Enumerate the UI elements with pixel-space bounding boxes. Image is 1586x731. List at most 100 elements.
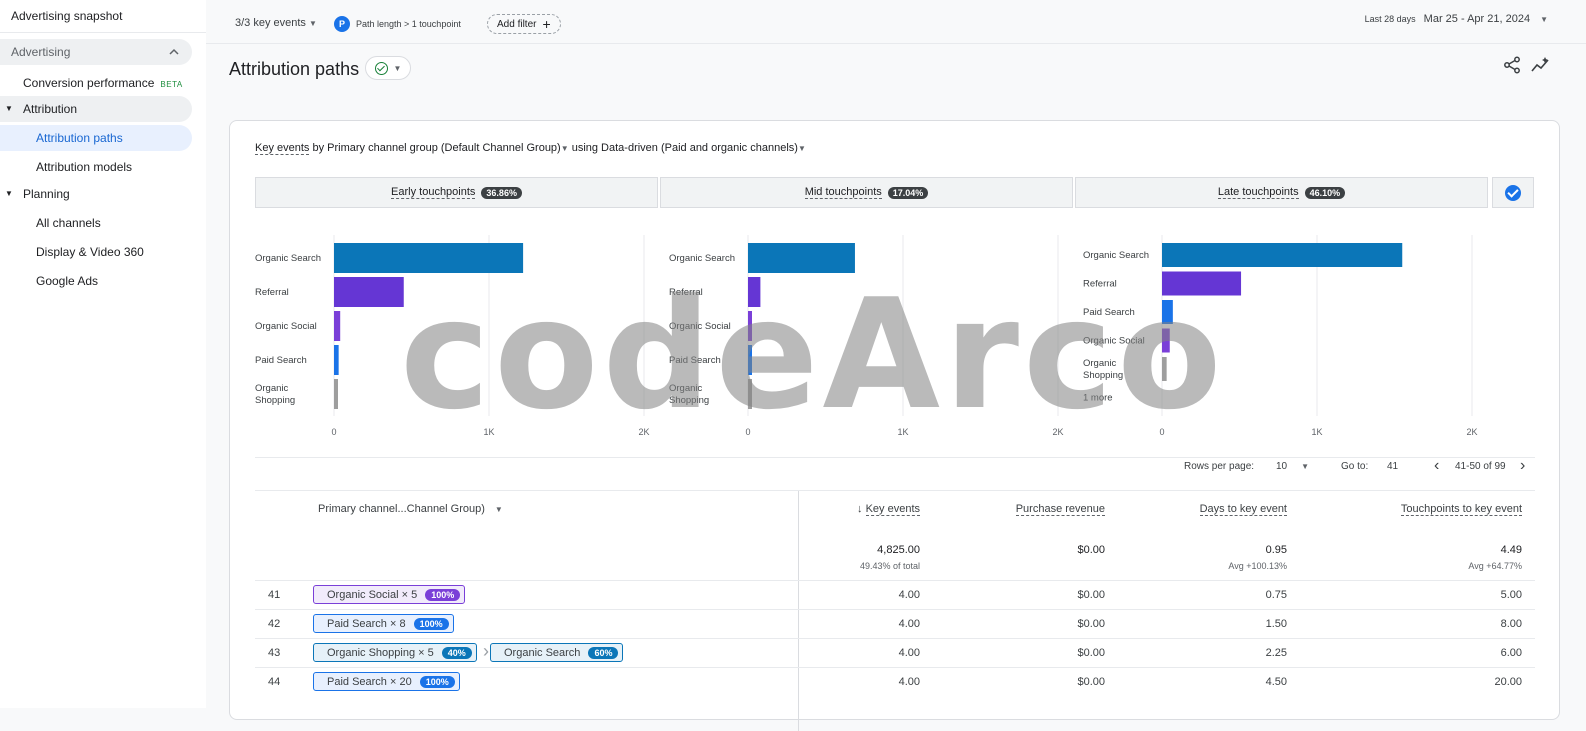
days-cell: 0.75 [1265, 589, 1287, 601]
total-key-events-sub: 49.43% of total [859, 561, 920, 571]
x-tick-label: 2K [1466, 427, 1477, 437]
days-to-key-event-column-header[interactable]: Days to key event [1170, 503, 1287, 516]
key-events-cell: 4.00 [898, 618, 920, 630]
sidebar-group-label: Planning [23, 187, 70, 201]
path-length-filter-chip[interactable]: P Path length > 1 touchpoint [334, 15, 461, 33]
x-tick-label: 1K [897, 427, 908, 437]
path-chip-organic-search[interactable]: Organic Search 60% [490, 643, 624, 662]
add-filter-button[interactable]: Add filter + [487, 14, 561, 34]
share-icon[interactable] [1503, 56, 1521, 74]
check-circle-icon [1505, 184, 1521, 201]
sidebar-item-attribution-paths[interactable]: Attribution paths [0, 125, 192, 151]
divider [255, 490, 1535, 491]
touchpoint-bar-charts: 0 1K 2K Organic Search Referral Organic Socia… [255, 235, 1478, 437]
next-page-button[interactable]: › [1520, 457, 1525, 475]
stage-pct-badge: 46.10% [1304, 186, 1346, 199]
insights-icon[interactable] [1531, 56, 1551, 74]
filter-label: Path length > 1 touchpoint [356, 19, 461, 29]
path-chip-label: Paid Search × 8 [327, 617, 406, 630]
stage-late-touchpoints[interactable]: Late touchpoints 46.10% [1075, 177, 1488, 208]
total-days-sub: Avg +100.13% [1228, 561, 1287, 571]
chevron-up-icon [169, 48, 179, 55]
category-label: Referral [255, 287, 289, 298]
path-chip-paid-search[interactable]: Paid Search × 8 100% [313, 614, 454, 633]
table-row[interactable]: 44 Paid Search × 20 100% 4.00 $0.00 4.50 … [255, 667, 1535, 696]
path-chip-organic-social[interactable]: Organic Social × 5 100% [313, 585, 466, 604]
touchpoints-cell: 5.00 [1500, 589, 1522, 601]
path-chip-organic-shopping[interactable]: Organic Shopping × 5 40% [313, 643, 477, 662]
chart-bar [1162, 271, 1242, 296]
category-label: Referral [669, 287, 703, 298]
date-preset-label: Last 28 days [1364, 14, 1416, 24]
x-tick-label: 2K [1052, 427, 1063, 437]
plus-icon: + [542, 16, 551, 32]
dimension-column-header[interactable]: Primary channel...Channel Group) ▼ [318, 503, 503, 515]
sidebar-title[interactable]: Advertising snapshot [11, 9, 122, 23]
chart-bar [334, 345, 339, 375]
total-key-events: 4,825.00 [877, 544, 920, 556]
touchpoints-column-header[interactable]: Touchpoints to key event [1360, 503, 1522, 516]
key-events-metric-link[interactable]: Key events [255, 142, 310, 155]
category-label: 1 more [1083, 393, 1113, 404]
stage-mid-touchpoints[interactable]: Mid touchpoints 17.04% [660, 177, 1073, 208]
sidebar-item-all-channels[interactable]: All channels [36, 216, 101, 230]
chart-bar [334, 379, 338, 409]
chart-bar [748, 277, 761, 307]
prev-page-button[interactable]: ‹ [1434, 457, 1439, 475]
table-row[interactable]: 42 Paid Search × 8 100% 4.00 $0.00 1.50 8… [255, 609, 1535, 638]
sidebar: Advertising snapshot Advertising Convers… [0, 0, 206, 708]
chart-bar [1162, 243, 1403, 267]
revenue-cell: $0.00 [1077, 676, 1105, 688]
date-range-label: Mar 25 - Apr 21, 2024 [1423, 13, 1531, 25]
sidebar-item-attribution-models[interactable]: Attribution models [36, 160, 132, 174]
goto-label: Go to: [1341, 461, 1369, 472]
chart-bar [1162, 357, 1167, 381]
category-label: Paid Search [669, 355, 721, 366]
x-tick-label: 1K [483, 427, 494, 437]
days-cell: 2.25 [1265, 647, 1287, 659]
sidebar-item-conversion-performance[interactable]: Conversion performance BETA [23, 76, 183, 90]
sidebar-item-display-video-360[interactable]: Display & Video 360 [36, 245, 144, 259]
x-tick-label: 0 [1159, 427, 1164, 437]
divider [255, 457, 1535, 458]
days-cell: 4.50 [1265, 676, 1287, 688]
key-events-selector[interactable]: 3/3 key events ▼ [235, 17, 317, 29]
dimension-selector[interactable]: by Primary channel group (Default Channe… [309, 142, 568, 154]
key-events-cell: 4.00 [898, 647, 920, 659]
x-tick-label: 1K [1311, 427, 1322, 437]
path-chip-label: Organic Shopping × 5 [327, 646, 434, 659]
key-events-column-header[interactable]: ↓ Key events [850, 503, 920, 516]
category-label: Organic Search [1083, 250, 1149, 261]
chart-bar [748, 243, 855, 273]
page-title: Attribution paths [229, 59, 360, 79]
stage-select-all[interactable] [1492, 177, 1534, 208]
table-row[interactable]: 41 Organic Social × 5 100% 4.00 $0.00 0.7… [255, 580, 1535, 609]
sidebar-group-planning[interactable]: ▼ Planning [0, 181, 192, 207]
purchase-revenue-column-header[interactable]: Purchase revenue [990, 503, 1105, 516]
stage-pct-badge: 36.86% [481, 186, 522, 199]
column-header-label: Primary channel...Channel Group) [318, 503, 485, 515]
goto-input[interactable]: 41 [1387, 461, 1398, 472]
path-chip-pct: 100% [413, 617, 449, 630]
stage-label: Mid touchpoints [804, 186, 882, 199]
rows-per-page-select[interactable]: 10 ▼ [1276, 461, 1309, 472]
model-selector[interactable]: using Data-driven (Paid and organic chan… [569, 142, 806, 154]
date-range-picker[interactable]: Last 28 days Mar 25 - Apr 21, 2024 ▼ [1365, 13, 1548, 25]
days-cell: 1.50 [1265, 618, 1287, 630]
stage-early-touchpoints[interactable]: Early touchpoints 36.86% [255, 177, 658, 208]
category-label: Organic Social [669, 321, 731, 332]
top-bar: 3/3 key events ▼ P Path length > 1 touch… [206, 0, 1586, 44]
chart-bar [748, 345, 752, 375]
sort-down-arrow-icon: ↓ [857, 503, 866, 515]
sidebar-group-attribution[interactable]: ▼ Attribution [0, 96, 192, 122]
chart-bar [748, 311, 752, 341]
chart-bar [1162, 328, 1170, 353]
row-number: 43 [268, 647, 281, 659]
sidebar-item-google-ads[interactable]: Google Ads [36, 274, 98, 288]
row-number: 41 [268, 589, 281, 601]
stage-label: Late touchpoints [1217, 186, 1299, 199]
sidebar-section-advertising[interactable]: Advertising [0, 39, 192, 65]
report-status-chip[interactable]: ▼ [365, 56, 411, 80]
table-row[interactable]: 43 Organic Shopping × 5 40% › Organic Sea… [255, 638, 1535, 667]
path-chip-paid-search[interactable]: Paid Search × 20 100% [313, 672, 460, 691]
